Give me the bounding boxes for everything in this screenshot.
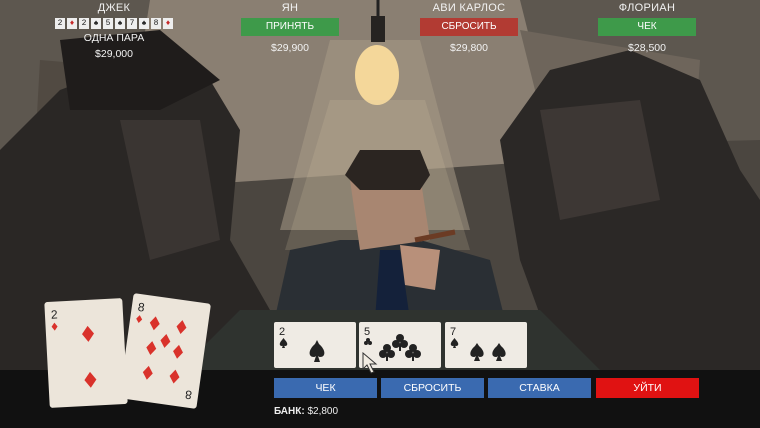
mini-card-suit: ♠: [93, 19, 99, 28]
player-panel-avi-carlos: АВИ КАРЛОС СБРОСИТЬ $29,800: [409, 0, 529, 54]
player-action-badge: СБРОСИТЬ: [420, 18, 518, 36]
hand-rank-label: ОДНА ПАРА: [83, 32, 145, 44]
spade-icon: ♠: [115, 18, 125, 29]
mini-card-rank: 8: [151, 18, 161, 29]
spade-icon: ♠: [91, 18, 101, 29]
player-chips: $29,900: [271, 42, 309, 54]
player-action-badge: ЧЕК: [598, 18, 696, 36]
mini-card-suit: ♦: [69, 19, 75, 28]
leave-button[interactable]: УЙТИ: [596, 378, 699, 398]
player-panel-florian: ФЛОРИАН ЧЕК $28,500: [587, 0, 707, 54]
diamond-icon: ♦: [67, 18, 77, 29]
mini-card-rank: 2: [79, 18, 89, 29]
player-panel-yan: ЯН ПРИНЯТЬ $29,900: [230, 0, 350, 54]
community-card-1: 2: [274, 322, 356, 368]
spade-icon: [450, 338, 506, 361]
best-hand-row: 2 ♦ 2 ♠ 5 ♠ 7 ♠ 8 ♦: [54, 18, 174, 29]
player-name: ДЖЕК: [97, 2, 131, 14]
pot-display: БАНК: $2,800: [274, 406, 338, 417]
diamond-icon: [136, 315, 187, 384]
spade-icon: [279, 338, 325, 362]
mini-card-suit: ♠: [117, 19, 123, 28]
mini-card-suit: ♦: [165, 19, 171, 28]
player-chips: $28,500: [628, 42, 666, 54]
bet-button[interactable]: СТАВКА: [488, 378, 591, 398]
mini-card-rank: 7: [127, 18, 137, 29]
player-name: ФЛОРИАН: [618, 2, 676, 14]
check-button[interactable]: ЧЕК: [274, 378, 377, 398]
player-name: ЯН: [281, 2, 299, 14]
mini-card-rank: 5: [103, 18, 113, 29]
diamond-icon: [51, 322, 97, 388]
player-panel-jack: ДЖЕК 2 ♦ 2 ♠ 5 ♠ 7 ♠ 8 ♦ ОДНА ПАРА $29,000: [54, 0, 174, 60]
pot-label: БАНК:: [274, 406, 305, 417]
player-name: АВИ КАРЛОС: [432, 2, 506, 14]
player-chips: $29,000: [95, 48, 133, 60]
community-card-3: 7: [445, 322, 527, 368]
spade-icon: ♠: [139, 18, 149, 29]
mouse-cursor-icon: [362, 352, 378, 374]
hole-card-2[interactable]: 8 8: [119, 293, 211, 409]
player-chips: $29,800: [450, 42, 488, 54]
diamond-icon: ♦: [163, 18, 173, 29]
mini-card-suit: ♠: [141, 19, 147, 28]
player-action-badge: ПРИНЯТЬ: [241, 18, 339, 36]
hole-card-1[interactable]: 2: [44, 298, 128, 408]
fold-button[interactable]: СБРОСИТЬ: [381, 378, 484, 398]
pot-value: $2,800: [307, 406, 339, 417]
mini-card-rank: 2: [55, 18, 65, 29]
